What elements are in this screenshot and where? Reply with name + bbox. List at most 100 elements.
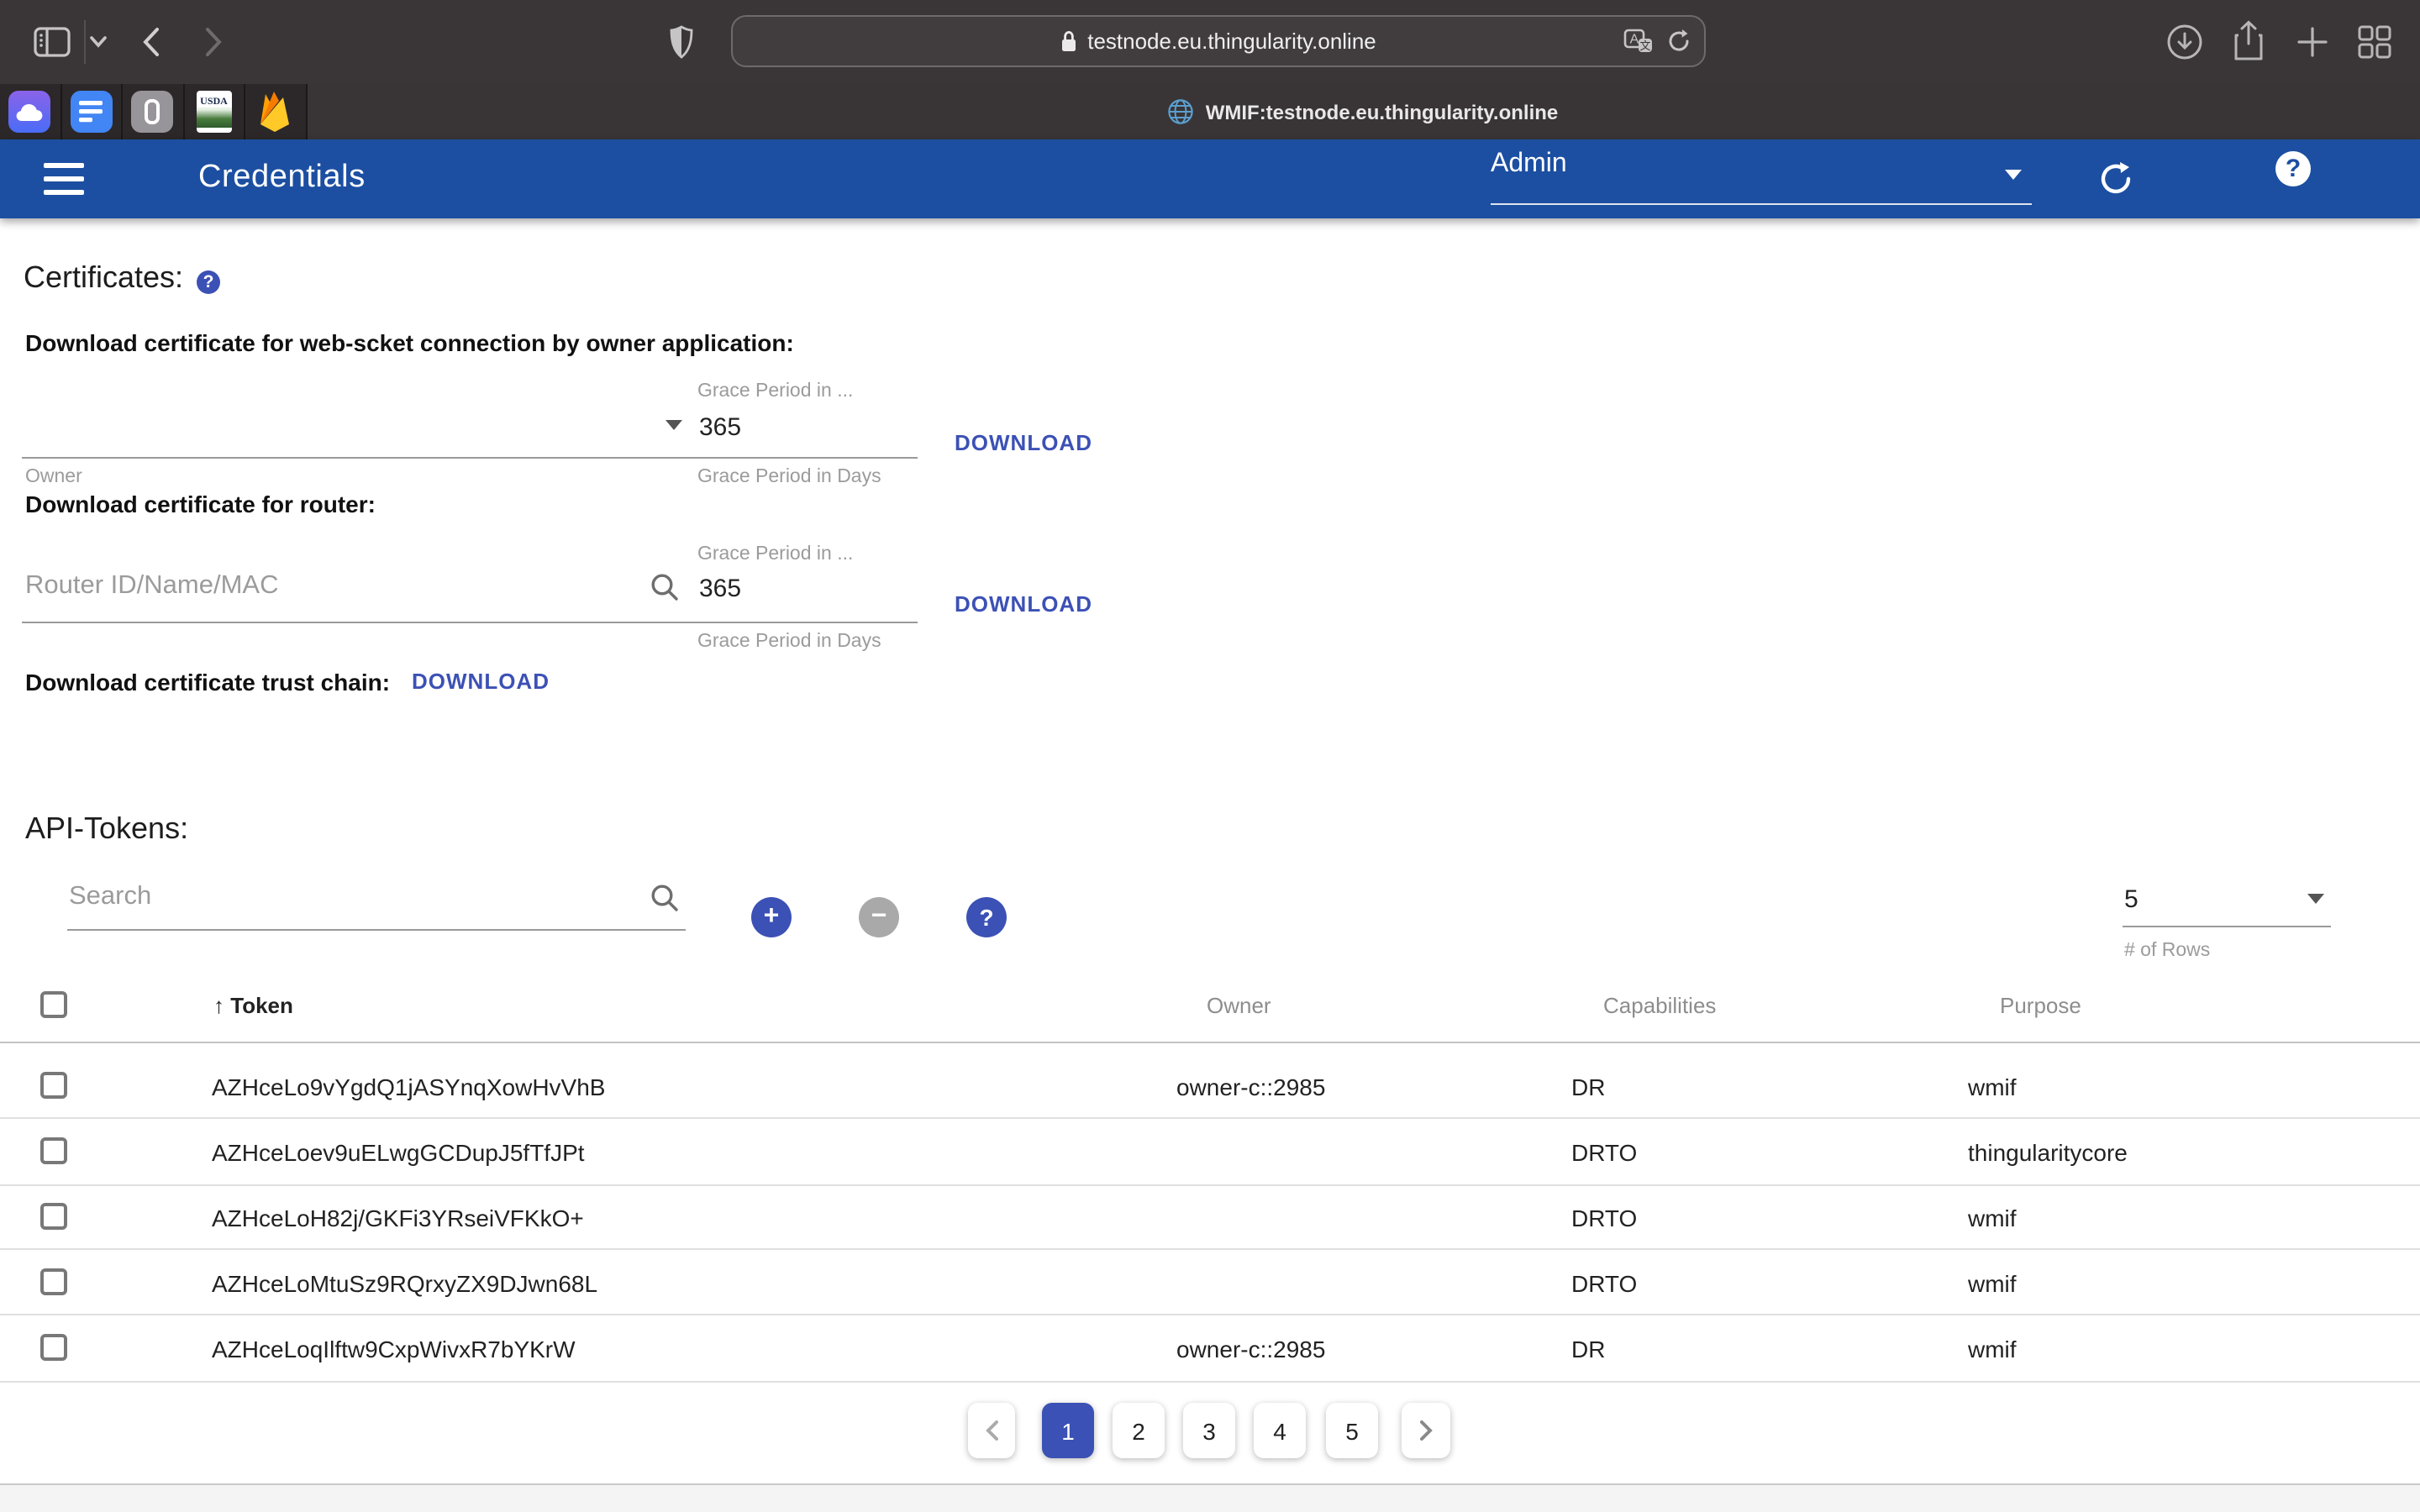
- share-icon[interactable]: [2232, 20, 2265, 62]
- pagination-page-3[interactable]: 3: [1183, 1403, 1235, 1458]
- column-header-purpose[interactable]: Purpose: [2000, 993, 2081, 1018]
- owner-cell: owner-c::2985: [1176, 1336, 1325, 1362]
- websocket-download-button[interactable]: DOWNLOAD: [955, 430, 1092, 455]
- tokens-help-button[interactable]: ?: [966, 897, 1007, 937]
- rows-per-page-label: # of Rows: [2124, 941, 2210, 961]
- column-header-owner[interactable]: Owner: [1207, 993, 1271, 1018]
- owner-cell: owner-c::2985: [1176, 1074, 1325, 1100]
- refresh-button[interactable]: [2099, 161, 2134, 197]
- downloads-icon[interactable]: [2166, 24, 2203, 60]
- token-cell: AZHceLoMtuSz9RQrxyZX9DJwn68L: [212, 1270, 597, 1297]
- grace-period-bottom-label: Grace Period in Days: [697, 467, 881, 487]
- purpose-cell: wmif: [1968, 1074, 2017, 1100]
- reload-icon[interactable]: [1667, 29, 1691, 54]
- url-bar[interactable]: testnode.eu.thingularity.online A文: [731, 15, 1706, 67]
- row-checkbox[interactable]: [40, 1137, 67, 1164]
- pinned-tab-docs[interactable]: [61, 84, 123, 139]
- router-grace-value[interactable]: 365: [699, 575, 741, 603]
- owner-field-label: Owner: [25, 467, 82, 487]
- add-token-button[interactable]: +: [751, 897, 792, 937]
- trust-chain-label: Download certificate trust chain:: [25, 669, 390, 696]
- pagination-next-button[interactable]: [1402, 1403, 1450, 1458]
- page-footer: [0, 1483, 2420, 1512]
- page-title: Credentials: [198, 160, 366, 197]
- row-checkbox[interactable]: [40, 1072, 67, 1099]
- router-download-button[interactable]: DOWNLOAD: [955, 591, 1092, 617]
- help-button[interactable]: ?: [2275, 151, 2311, 186]
- rows-per-page-value[interactable]: 5: [2124, 885, 2139, 914]
- url-text: testnode.eu.thingularity.online: [1087, 29, 1376, 54]
- router-grace-top-label: Grace Period in ...: [697, 544, 853, 564]
- tab-bar: USDA WMIF:testnode.eu.thingularity.onlin…: [0, 84, 2420, 139]
- pill-icon: [132, 91, 174, 133]
- translate-icon[interactable]: A文: [1623, 29, 1654, 54]
- pinned-tab-usda[interactable]: USDA: [184, 84, 245, 139]
- capabilities-cell: DR: [1571, 1336, 1605, 1362]
- firebase-icon: [260, 91, 292, 133]
- app-bar: Credentials Admin ?: [0, 139, 2420, 218]
- capabilities-cell: DR: [1571, 1074, 1605, 1100]
- row-checkbox[interactable]: [40, 1268, 67, 1295]
- new-tab-icon[interactable]: [2297, 27, 2328, 57]
- tab-title: WMIF:testnode.eu.thingularity.online: [1206, 100, 1559, 123]
- pagination-page-1[interactable]: 1: [1042, 1403, 1094, 1458]
- websocket-cert-label: Download certificate for web-scket conne…: [25, 329, 794, 356]
- usda-icon: USDA: [197, 91, 232, 133]
- capabilities-cell: DRTO: [1571, 1205, 1637, 1231]
- token-cell: AZHceLo9vYgdQ1jASYnqXowHvVhB: [212, 1074, 605, 1100]
- lock-icon: [1060, 30, 1077, 52]
- trust-chain-download-button[interactable]: DOWNLOAD: [412, 669, 550, 694]
- active-tab[interactable]: WMIF:testnode.eu.thingularity.online: [307, 84, 2420, 139]
- rows-select-arrow-icon[interactable]: [2307, 894, 2324, 904]
- main-content: Certificates: ? Download certificate for…: [0, 218, 2420, 1512]
- menu-hamburger-icon[interactable]: [44, 163, 84, 195]
- capabilities-cell: DRTO: [1571, 1139, 1637, 1166]
- grace-period-value[interactable]: 365: [699, 413, 741, 442]
- pinned-tab-firebase[interactable]: [245, 84, 307, 139]
- router-field-underline: [22, 622, 918, 623]
- user-role-value: Admin: [1491, 150, 1567, 178]
- back-button-icon[interactable]: [141, 27, 161, 57]
- pagination-page-4[interactable]: 4: [1254, 1403, 1306, 1458]
- user-role-dropdown[interactable]: Admin: [1491, 150, 2028, 200]
- router-search-icon[interactable]: [650, 573, 679, 610]
- select-all-checkbox[interactable]: [40, 991, 67, 1018]
- tab-overview-icon[interactable]: [2358, 25, 2391, 59]
- certificates-heading: Certificates:: [24, 260, 183, 296]
- router-grace-bottom-label: Grace Period in Days: [697, 632, 881, 652]
- forward-button-icon[interactable]: [203, 27, 224, 57]
- capabilities-cell: DRTO: [1571, 1270, 1637, 1297]
- owner-select-arrow-icon[interactable]: [666, 420, 682, 430]
- cloud-app-icon: [9, 91, 51, 133]
- pinned-tab-gray[interactable]: [123, 84, 184, 139]
- pagination-page-5[interactable]: 5: [1326, 1403, 1378, 1458]
- pagination-page-2[interactable]: 2: [1113, 1403, 1165, 1458]
- token-search-icon[interactable]: [650, 884, 679, 921]
- toolbar-divider: [84, 20, 86, 64]
- sidebar-toggle-icon[interactable]: [34, 27, 71, 57]
- column-header-token[interactable]: ↑ Token: [213, 993, 293, 1018]
- purpose-cell: wmif: [1968, 1205, 2017, 1231]
- row-checkbox[interactable]: [40, 1203, 67, 1230]
- search-underline: [67, 929, 686, 931]
- router-id-input[interactable]: [25, 571, 630, 601]
- token-cell: AZHceLoH82j/GKFi3YRseiVFKkO+: [212, 1205, 584, 1231]
- browser-toolbar: testnode.eu.thingularity.online A文: [0, 0, 2420, 84]
- sidebar-chevron-down-icon[interactable]: [89, 35, 108, 49]
- privacy-shield-icon[interactable]: [669, 25, 694, 59]
- dropdown-underline: [1491, 203, 2032, 205]
- svg-text:A: A: [1630, 33, 1639, 47]
- remove-token-button[interactable]: −: [859, 897, 899, 937]
- router-cert-label: Download certificate for router:: [25, 491, 376, 517]
- certificates-help-icon[interactable]: ?: [197, 270, 220, 294]
- rows-select-underline: [2123, 926, 2331, 927]
- purpose-cell: thingularitycore: [1968, 1139, 2128, 1166]
- api-tokens-heading: API-Tokens:: [25, 811, 188, 847]
- pinned-tab-cloud[interactable]: [0, 84, 61, 139]
- token-cell: AZHceLoev9uELwgGCDupJ5fTfJPt: [212, 1139, 585, 1166]
- column-header-capabilities[interactable]: Capabilities: [1603, 993, 1716, 1018]
- token-search-input[interactable]: [69, 882, 623, 912]
- pagination-prev-button[interactable]: [968, 1403, 1015, 1458]
- purpose-cell: wmif: [1968, 1336, 2017, 1362]
- row-checkbox[interactable]: [40, 1334, 67, 1361]
